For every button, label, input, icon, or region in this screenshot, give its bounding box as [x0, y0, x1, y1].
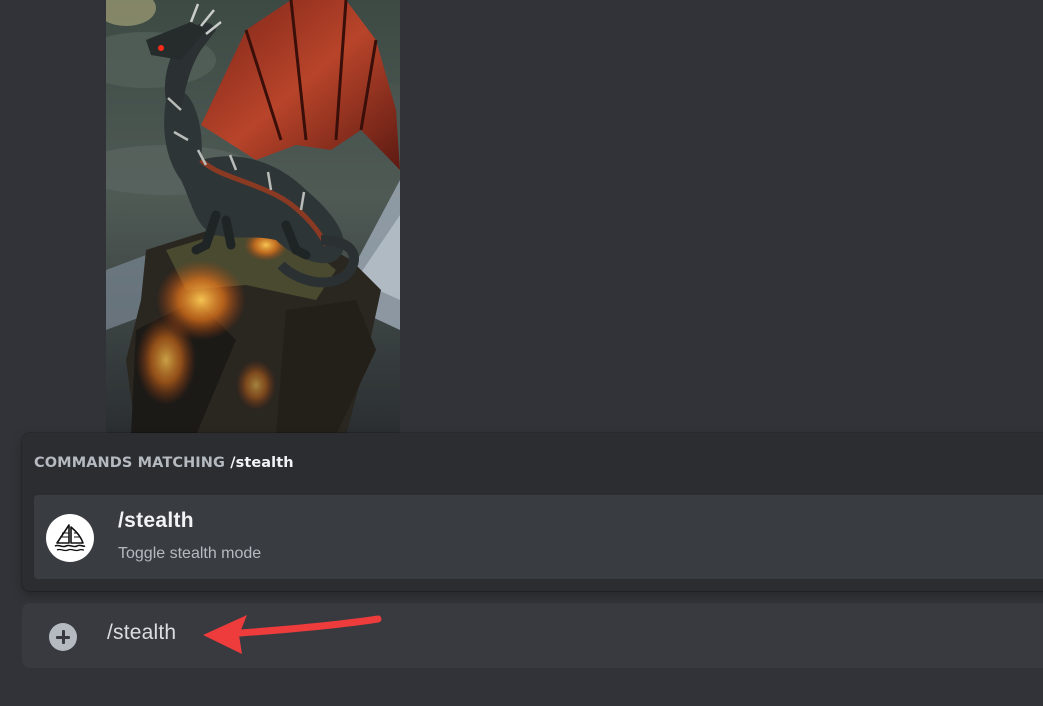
autocomplete-header-query: /stealth: [230, 455, 294, 471]
command-autocomplete-popup: COMMANDS MATCHING /stealth /stealth Togg…: [22, 433, 1043, 591]
dragon-artwork: [106, 0, 400, 435]
autocomplete-header-prefix: COMMANDS MATCHING: [34, 455, 226, 471]
command-option-stealth[interactable]: /stealth Toggle stealth mode: [34, 495, 1043, 579]
message-input-bar[interactable]: /stealth: [22, 603, 1043, 668]
message-input-text[interactable]: /stealth: [107, 621, 176, 645]
command-description: Toggle stealth mode: [118, 545, 262, 562]
chat-screen: COMMANDS MATCHING /stealth /stealth Togg…: [0, 0, 1043, 706]
autocomplete-header: COMMANDS MATCHING /stealth: [34, 455, 294, 471]
plus-circle-icon[interactable]: [49, 623, 77, 651]
command-name: /stealth: [118, 509, 194, 532]
midjourney-sailboat-icon: [46, 514, 94, 562]
generated-image[interactable]: [106, 0, 400, 435]
red-arrow-annotation: [203, 615, 382, 654]
